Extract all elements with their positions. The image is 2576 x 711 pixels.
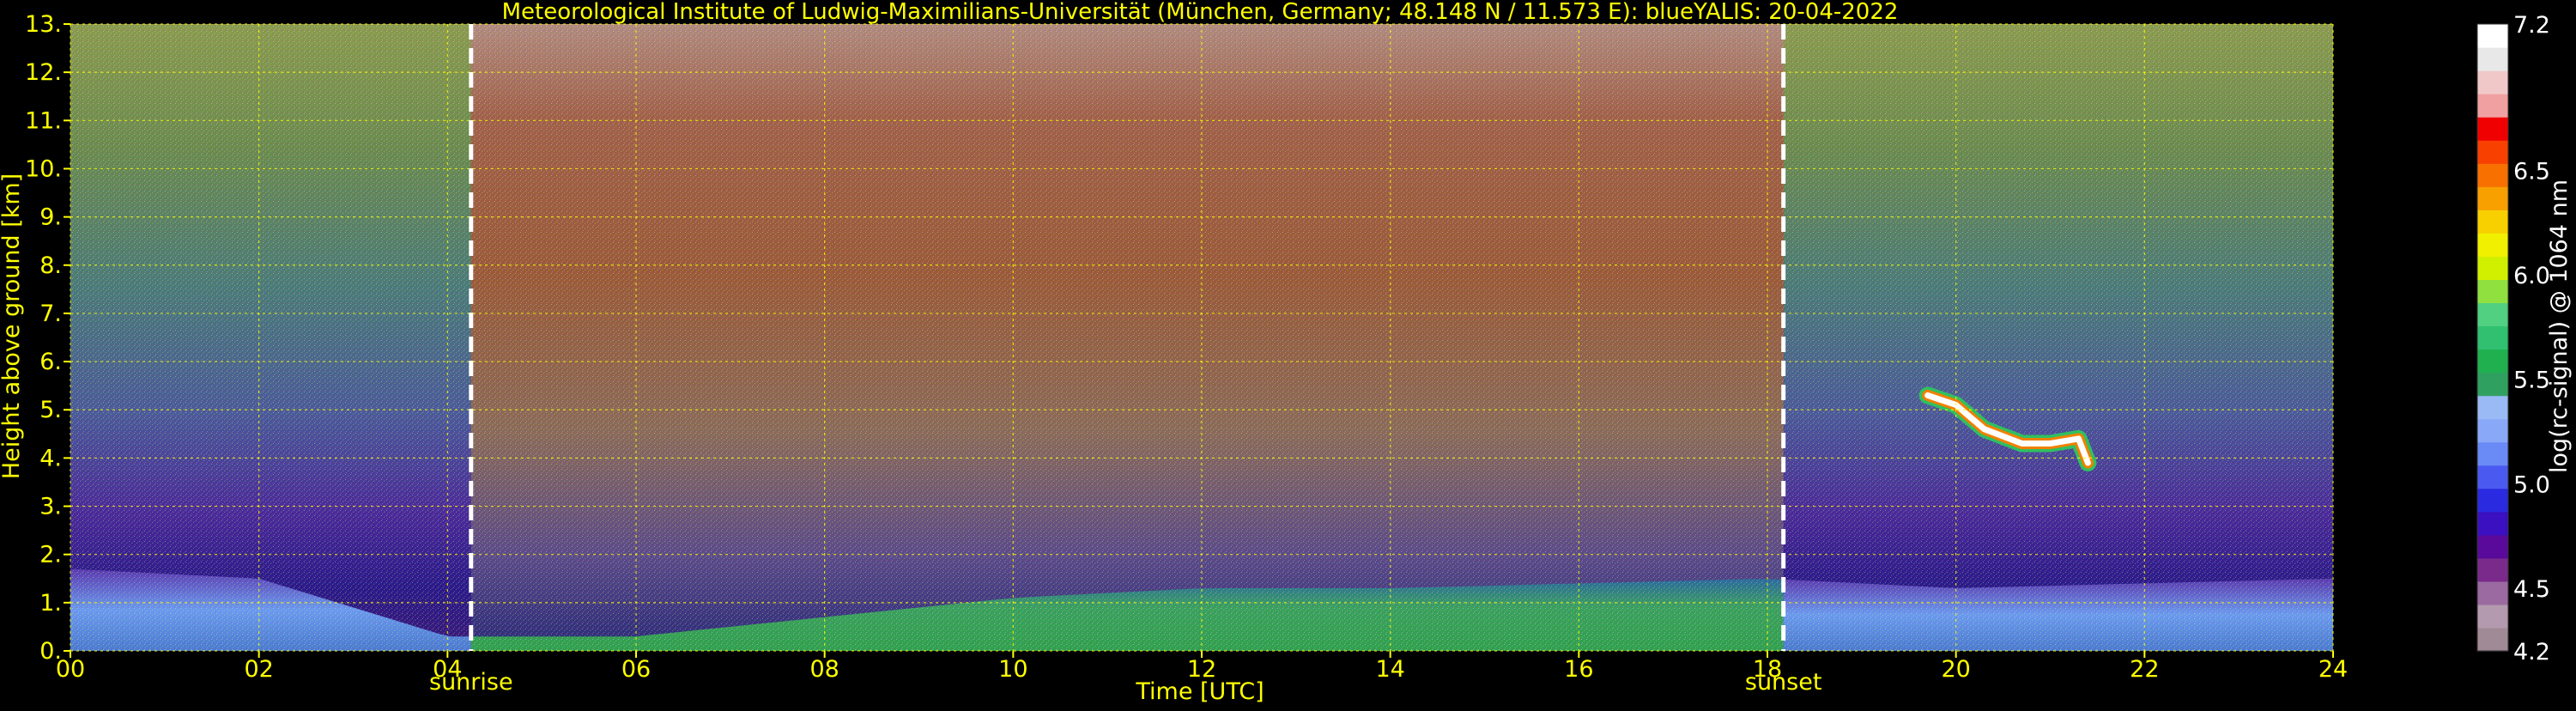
colorbar-segment [2477, 186, 2508, 210]
x-axis-label: Time [UTC] [1135, 678, 1264, 705]
colorbar-segment [2477, 349, 2508, 374]
chart-title: Meteorological Institute of Ludwig-Maxim… [502, 0, 1899, 25]
y-tick-label: 7. [39, 301, 62, 327]
colorbar-segment [2477, 117, 2508, 141]
colorbar-segment [2477, 47, 2508, 71]
lidar-chart: 00 02 04 06 08 10 12 14 16 18 20 22 24 sunrise sunset … [0, 0, 2576, 708]
colorbar-segment [2477, 534, 2508, 559]
colorbar-segment [2477, 627, 2508, 652]
colorbar-segment [2477, 465, 2508, 489]
colorbar-segment [2477, 325, 2508, 350]
y-axis-label: Height above ground [km] [0, 173, 25, 479]
x-tick-label: 16 [1564, 656, 1593, 683]
colorbar-segment [2477, 488, 2508, 513]
colorbar-segment [2477, 441, 2508, 466]
y-tick-label: 9. [39, 204, 62, 231]
y-tick-label: 8. [39, 252, 62, 279]
y-axis-ticks: 0. 1. 2. 3. 4. 5. 6. 7. 8. 9. 10. 11. 12. 13. [25, 11, 70, 665]
y-tick-label: 6. [39, 349, 62, 375]
colorbar-segment [2477, 302, 2508, 327]
colorbar-segment [2477, 163, 2508, 187]
colorbar-tick-label: 4.5 [2513, 576, 2550, 603]
colorbar-label: log(rc-signal) @ 1064 nm [2546, 179, 2573, 473]
lidar-heatmap-chart: 00 02 04 06 08 10 12 14 16 18 20 22 24sunrise sunset … [0, 0, 2573, 705]
colorbar-segment [2477, 372, 2508, 397]
sunset-label: sunset [1745, 669, 1822, 696]
y-tick-label: 3. [39, 494, 62, 520]
colorbar-segment [2477, 140, 2508, 164]
colorbar-tick-label: 4.2 [2513, 639, 2550, 665]
colorbar-segment [2477, 70, 2508, 94]
colorbar-segment [2477, 418, 2508, 443]
y-tick-label: 1. [39, 590, 62, 617]
x-tick-label: 22 [2130, 656, 2159, 683]
colorbar-segment [2477, 210, 2508, 234]
y-tick-label: 10. [25, 155, 62, 182]
y-tick-label: 2. [39, 542, 62, 568]
y-tick-label: 0. [39, 638, 62, 665]
y-tick-label: 12. [25, 59, 62, 86]
y-tick-label: 5. [39, 397, 62, 423]
x-tick-label: 02 [244, 656, 273, 683]
colorbar-tick-label: 6.5 [2513, 158, 2550, 185]
colorbar-segment [2477, 233, 2508, 257]
colorbar-segment [2477, 580, 2508, 605]
x-tick-label: 10 [998, 656, 1027, 683]
plot-area [70, 23, 2334, 652]
colorbar [2476, 23, 2509, 652]
colorbar-segment [2477, 279, 2508, 304]
y-tick-label: 4. [39, 445, 62, 471]
colorbar-segment [2477, 256, 2508, 281]
colorbar-tick-label: 6.0 [2513, 263, 2550, 289]
x-tick-label: 24 [2318, 656, 2348, 683]
y-tick-label: 13. [25, 11, 62, 38]
sunrise-label: sunrise [429, 669, 513, 696]
x-tick-label: 14 [1375, 656, 1404, 683]
colorbar-segment [2477, 24, 2508, 48]
y-tick-label: 11. [25, 107, 62, 134]
colorbar-segment [2477, 94, 2508, 118]
colorbar-segment [2477, 395, 2508, 420]
colorbar-tick-label: 7.2 [2513, 12, 2550, 39]
colorbar-tick-label: 5.0 [2513, 471, 2550, 498]
x-tick-label: 08 [809, 656, 839, 683]
x-tick-label: 20 [1941, 656, 1970, 683]
colorbar-segment [2477, 557, 2508, 582]
x-tick-label: 06 [621, 656, 651, 683]
colorbar-segment [2477, 604, 2508, 629]
colorbar-ticks: 4.2 4.5 5.0 5.5 6.0 6.5 7.2 [2513, 12, 2550, 665]
colorbar-segment [2477, 511, 2508, 536]
colorbar-tick-label: 5.5 [2513, 368, 2550, 394]
